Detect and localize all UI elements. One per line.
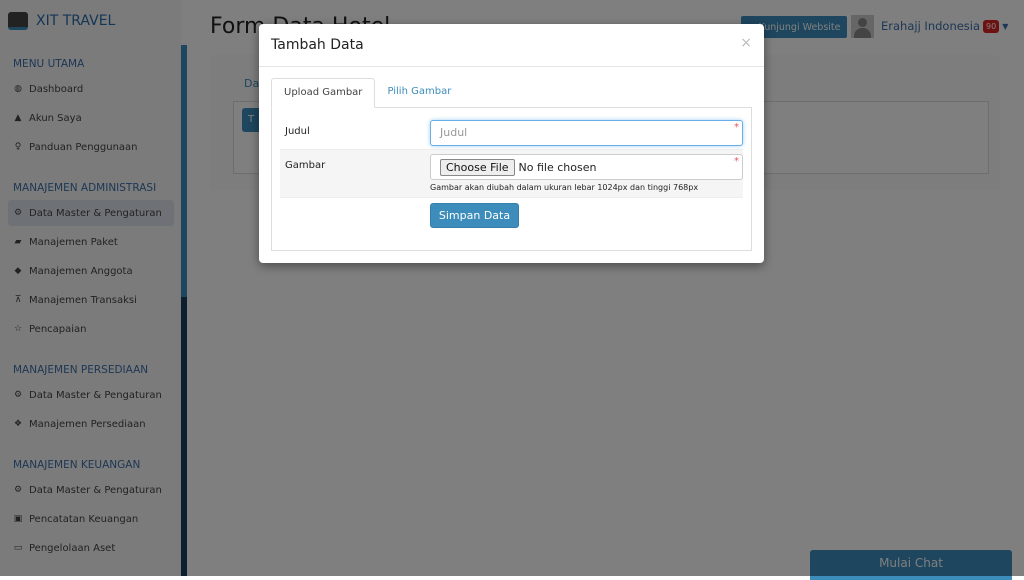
gambar-label: Gambar: [285, 160, 326, 171]
judul-input[interactable]: Judul *: [430, 120, 743, 146]
tab-pilih-gambar[interactable]: Pilih Gambar: [375, 78, 463, 108]
add-data-modal: Tambah Data × Judul Judul * Gambar Choose …: [259, 24, 764, 263]
close-icon[interactable]: ×: [740, 35, 752, 51]
save-button[interactable]: Simpan Data: [430, 203, 519, 228]
choose-file-button[interactable]: Choose File: [440, 158, 515, 176]
tab-upload-gambar[interactable]: Upload Gambar: [271, 78, 376, 108]
required-icon: *: [734, 156, 739, 167]
judul-label: Judul: [285, 126, 310, 137]
help-text: Gambar akan diubah dalam ukuran lebar 10…: [430, 183, 699, 192]
required-icon: *: [734, 122, 739, 133]
tab-panel: Judul Judul * Gambar Choose File No file c…: [271, 107, 752, 251]
modal-title: Tambah Data: [271, 37, 364, 53]
gambar-file-input[interactable]: Choose File No file chosen *: [430, 154, 743, 180]
